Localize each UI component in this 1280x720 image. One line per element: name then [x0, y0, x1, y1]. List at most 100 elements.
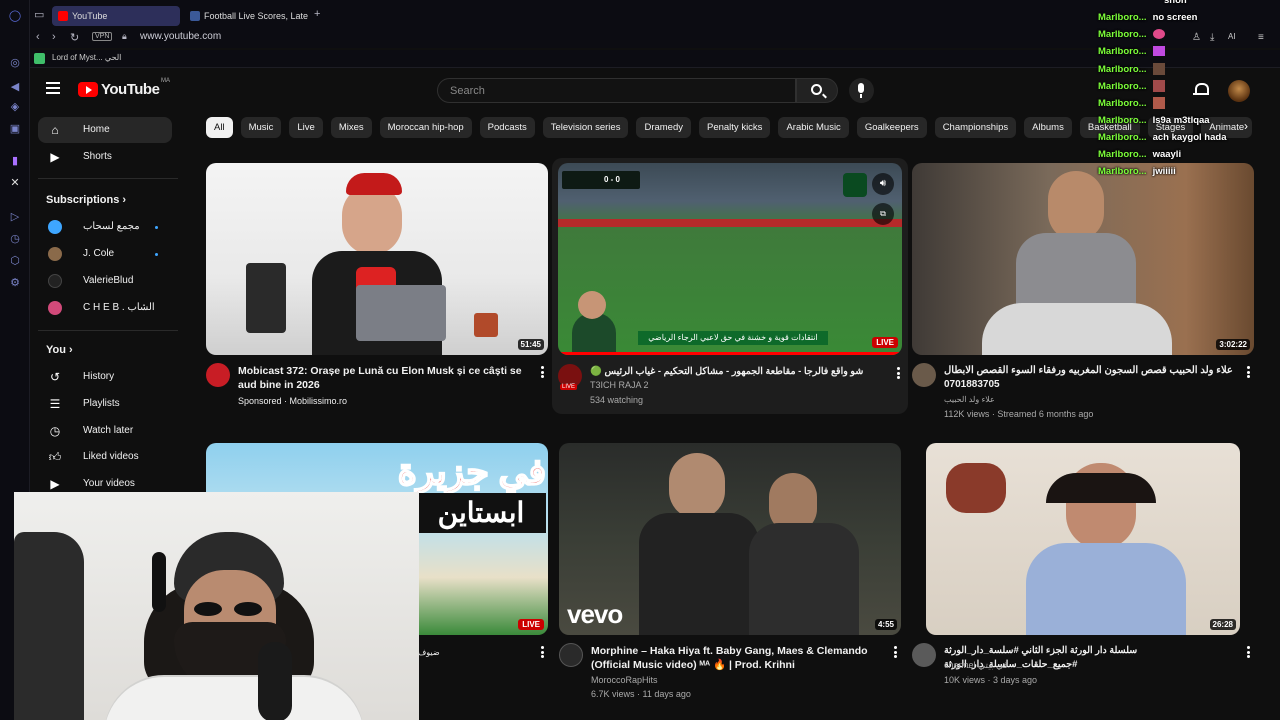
menu-icon[interactable]: [46, 82, 60, 94]
mail-icon[interactable]: ▣: [8, 122, 22, 136]
video-title[interactable]: Mobicast 372: Orașe pe Lună cu Elon Musk…: [238, 364, 530, 392]
channel-avatar[interactable]: [559, 643, 583, 667]
more-options-icon[interactable]: [541, 646, 544, 658]
emote-icon: [1152, 80, 1165, 92]
video-card[interactable]: 3:02:22 علاء ولد الحبيب قصص السجون المغر…: [912, 163, 1254, 423]
forward-icon[interactable]: ›: [52, 31, 56, 43]
opera-logo-icon[interactable]: ◯: [8, 9, 22, 23]
messenger-icon[interactable]: ◈: [8, 100, 22, 114]
video-card[interactable]: 51:45 Mobicast 372: Orașe pe Lună cu Elo…: [206, 163, 548, 423]
channel-avatar[interactable]: [912, 363, 936, 387]
chat-message: Marlboro... Is9a m3tlqaa: [1098, 115, 1210, 126]
video-meta: 112K views · Streamed 6 months ago: [944, 409, 1094, 419]
chip[interactable]: Penalty kicks: [699, 117, 771, 138]
sidebar-item-playlists[interactable]: ☰ Playlists: [38, 391, 172, 417]
telegram-icon[interactable]: ◀: [8, 80, 22, 94]
chat-message: Marlboro...: [1098, 63, 1165, 75]
masthead: YouTube MA: [30, 68, 1280, 112]
video-thumbnail[interactable]: 0 - 0 انتقادات قوية و خشنة في حق لاعبي ا…: [558, 163, 902, 355]
voice-search-icon[interactable]: [849, 78, 874, 103]
sidebar-subscription[interactable]: مجمع لسحاب: [38, 214, 172, 240]
history-icon: ↺: [49, 370, 61, 384]
back-icon[interactable]: ‹: [36, 31, 40, 43]
sidebar-item-label: Your videos: [83, 478, 135, 489]
video-thumbnail[interactable]: 3:02:22: [912, 163, 1254, 355]
settings-sidebar-icon[interactable]: ⚙: [8, 276, 22, 290]
video-title[interactable]: Morphine – Haka Hiya ft. Baby Gang, Maes…: [591, 644, 883, 672]
duration-badge: 26:28: [1209, 619, 1236, 630]
reload-icon[interactable]: ↻: [70, 31, 79, 44]
sidebar-item-home[interactable]: ⌂ Home: [38, 117, 172, 143]
chat-message: Marlboro... no screen: [1098, 12, 1198, 23]
search-button[interactable]: [796, 78, 838, 103]
channel-avatar[interactable]: [912, 643, 936, 667]
video-card[interactable]: vevo 4:55 Morphine – Haka Hiya ft. Baby …: [559, 443, 901, 703]
chip[interactable]: Arabic Music: [778, 117, 849, 138]
extensions-icon[interactable]: ⬡: [8, 254, 22, 268]
tab-football[interactable]: Football Live Scores, Late: [184, 6, 310, 26]
sidebar-item-label: مجمع لسحاب: [83, 221, 140, 232]
video-title[interactable]: 🟢 شو واقع فالرجا - مقاطعة الجمهور - مشاك…: [590, 365, 882, 379]
bookmark-item[interactable]: Lord of Myst... الحي: [34, 53, 121, 64]
chip[interactable]: Dramedy: [636, 117, 691, 138]
video-title[interactable]: ضيوف: [418, 646, 458, 660]
sidebar-item-watch-later[interactable]: ◷ Watch later: [38, 418, 172, 444]
volume-icon[interactable]: 🔊︎: [872, 173, 894, 195]
vpn-badge[interactable]: VPN: [92, 32, 113, 41]
channel-avatar: [48, 247, 62, 261]
channel-name[interactable]: MoroccoRapHits: [591, 675, 658, 685]
chip[interactable]: Live: [289, 117, 323, 138]
channel-name[interactable]: علاء ولد الحبيب: [944, 395, 995, 404]
new-tab-icon[interactable]: +: [314, 8, 320, 20]
history-sidebar-icon[interactable]: ◷: [8, 232, 22, 246]
sidebar-item-label: Playlists: [83, 398, 120, 409]
chip[interactable]: Championships: [934, 117, 1017, 138]
country-code: MA: [161, 78, 170, 84]
video-thumbnail[interactable]: 51:45: [206, 163, 548, 355]
search-input[interactable]: [438, 79, 795, 102]
sidebar-item-history[interactable]: ↺ History: [38, 364, 172, 390]
more-options-icon[interactable]: [541, 366, 544, 378]
emote-icon: [1152, 63, 1165, 75]
video-card-hovered[interactable]: 0 - 0 انتقادات قوية و خشنة في حق لاعبي ا…: [552, 158, 908, 414]
more-options-icon[interactable]: [1247, 366, 1250, 378]
video-title[interactable]: علاء ولد الحبيب قصص السجون المغربيه ورفق…: [944, 364, 1236, 392]
playlists-icon: ☰: [49, 397, 61, 411]
sidebar-subscription[interactable]: J. Cole: [38, 241, 172, 267]
workspaces-icon[interactable]: ▭: [34, 8, 44, 21]
captions-icon[interactable]: ⧉: [872, 203, 894, 225]
channel-avatar[interactable]: [206, 363, 230, 387]
youtube-logo[interactable]: YouTube MA: [78, 78, 170, 99]
channel-name[interactable]: T3ICH RAJA 2: [590, 380, 649, 390]
subscriptions-heading[interactable]: Subscriptions ›: [46, 194, 126, 206]
channel-name[interactable]: channel في بيتي: [944, 660, 1008, 671]
video-card[interactable]: 26:28 سلسلة دار الورثة الجزء الثاني #سلس…: [912, 443, 1254, 703]
chip[interactable]: Podcasts: [479, 117, 535, 138]
player-icon[interactable]: ▷: [8, 210, 22, 224]
more-options-icon[interactable]: [894, 646, 897, 658]
channel-avatar: [48, 220, 62, 234]
chip[interactable]: Television series: [542, 117, 629, 138]
chip[interactable]: Moroccan hip-hop: [379, 117, 472, 138]
chip[interactable]: Goalkeepers: [856, 117, 927, 138]
more-options-icon[interactable]: [1247, 646, 1250, 658]
lock-icon[interactable]: 🔒︎: [122, 31, 127, 42]
chip[interactable]: Mixes: [330, 117, 372, 138]
twitch-icon[interactable]: ▮: [8, 154, 22, 168]
aria-icon[interactable]: ◎: [8, 56, 22, 70]
tab-youtube[interactable]: YouTube: [52, 6, 180, 26]
chip[interactable]: Albums: [1024, 117, 1072, 138]
chip[interactable]: All: [206, 117, 233, 138]
chip[interactable]: Music: [240, 117, 282, 138]
sidebar-item-liked[interactable]: 👍︎ Liked videos: [38, 444, 172, 470]
sidebar-subscription[interactable]: ValerieBlud: [38, 268, 172, 294]
more-options-icon[interactable]: [897, 367, 900, 379]
sidebar-item-shorts[interactable]: ▶ Shorts: [38, 144, 172, 170]
url-field[interactable]: www.youtube.com: [140, 31, 221, 42]
x-icon[interactable]: ✕: [8, 176, 22, 190]
video-thumbnail[interactable]: vevo 4:55: [559, 443, 901, 635]
chat-message: Marlboro...: [1098, 46, 1165, 57]
video-thumbnail[interactable]: 26:28: [926, 443, 1240, 635]
sidebar-subscription[interactable]: C H E B . الشاب: [38, 295, 172, 321]
you-heading[interactable]: You ›: [46, 344, 73, 356]
